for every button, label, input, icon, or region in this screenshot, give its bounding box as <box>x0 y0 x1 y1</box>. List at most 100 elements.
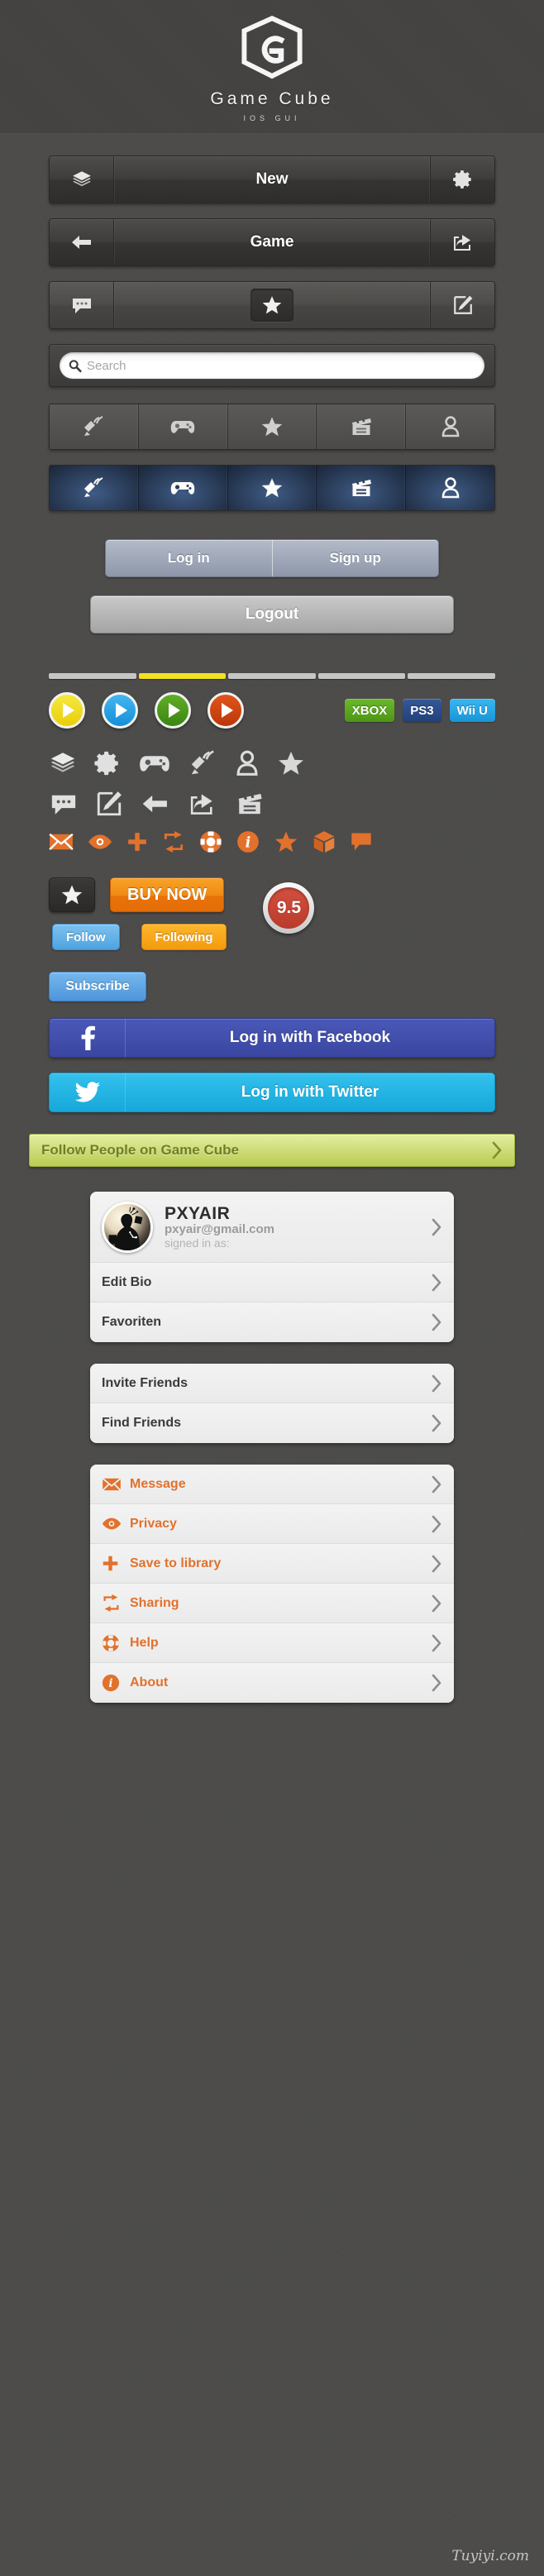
compose-icon <box>453 295 472 314</box>
favorite-button[interactable] <box>251 289 293 322</box>
subscribe-button[interactable]: Subscribe <box>49 972 146 1001</box>
play-triangle-icon <box>222 703 233 718</box>
speech-bubble-icon[interactable] <box>350 832 373 852</box>
share-button[interactable] <box>430 219 494 265</box>
tab-games-active[interactable] <box>138 466 228 510</box>
navbar-new: New <box>49 155 495 203</box>
list-item-save-to-library[interactable]: Save to library <box>90 1544 454 1584</box>
list-item-favoriten[interactable]: Favoriten <box>90 1302 454 1342</box>
facebook-login-button[interactable]: Log in with Facebook <box>49 1018 495 1058</box>
play-button-blue[interactable] <box>102 692 138 729</box>
signup-button[interactable]: Sign up <box>273 540 439 576</box>
star-icon[interactable] <box>274 829 298 854</box>
compose-icon[interactable] <box>95 790 123 818</box>
chevron-right-icon <box>432 1313 441 1331</box>
list-item-about[interactable]: i About <box>90 1663 454 1703</box>
rating-value: 9.5 <box>268 887 310 929</box>
list-item-label: Edit Bio <box>102 1274 152 1289</box>
list-item-label: About <box>130 1675 169 1689</box>
following-button[interactable]: Following <box>141 924 227 950</box>
badge-xbox[interactable]: XBOX <box>344 699 395 722</box>
retweet-icon[interactable] <box>162 831 185 853</box>
envelope-icon[interactable] <box>49 832 74 852</box>
tab-radar-active[interactable] <box>50 466 139 510</box>
box-icon[interactable] <box>313 830 336 853</box>
play-button-green[interactable] <box>155 692 191 729</box>
twitter-login-button[interactable]: Log in with Twitter <box>49 1073 495 1112</box>
clapperboard-icon <box>351 480 371 496</box>
arrow-left-icon[interactable] <box>140 791 171 817</box>
clapperboard-icon[interactable] <box>234 790 265 818</box>
layers-button[interactable] <box>50 156 114 203</box>
list-item-privacy[interactable]: Privacy <box>90 1504 454 1544</box>
star-icon <box>261 417 283 437</box>
info-icon-wrap: i <box>102 1674 130 1692</box>
gamepad-icon[interactable] <box>138 750 171 777</box>
list-item-message[interactable]: Message <box>90 1465 454 1504</box>
play-button-red[interactable] <box>208 692 244 729</box>
play-triangle-icon <box>116 703 127 718</box>
comment-icon[interactable] <box>49 791 79 817</box>
chevron-right-icon <box>432 1274 441 1291</box>
tab-videos-active[interactable] <box>317 466 407 510</box>
auth-segmented-control: Log in Sign up <box>105 539 439 577</box>
satellite-icon[interactable] <box>188 748 217 778</box>
info-icon[interactable]: i <box>236 830 260 853</box>
tab-games[interactable] <box>138 404 228 449</box>
star-icon <box>262 296 282 314</box>
site-watermark: Tuyiyi.com <box>451 2548 529 2564</box>
buy-now-button[interactable]: BUY NOW <box>110 877 225 912</box>
list-item-sharing[interactable]: Sharing <box>90 1584 454 1623</box>
list-item-edit-bio[interactable]: Edit Bio <box>90 1263 454 1302</box>
rating-badge: 9.5 <box>263 882 315 934</box>
list-item-label: Sharing <box>130 1595 179 1610</box>
progress-bar[interactable] <box>49 673 495 679</box>
login-button[interactable]: Log in <box>106 540 273 576</box>
layers-icon <box>72 171 91 187</box>
lifebuoy-icon[interactable] <box>199 830 222 853</box>
settings-card: Message Privacy Save to library Sharing … <box>90 1465 454 1703</box>
badge-ps3[interactable]: PS3 <box>403 699 441 722</box>
follow-button[interactable]: Follow <box>52 924 120 950</box>
chevron-right-icon <box>432 1634 441 1651</box>
list-item-find-friends[interactable]: Find Friends <box>90 1403 454 1443</box>
progress-segment <box>49 673 136 679</box>
tab-radar[interactable] <box>50 404 139 449</box>
follow-people-banner[interactable]: Follow People on Game Cube <box>29 1134 515 1167</box>
layers-icon[interactable] <box>49 749 77 777</box>
compose-button[interactable] <box>430 282 494 328</box>
tab-videos[interactable] <box>317 404 407 449</box>
satellite-icon <box>84 477 103 497</box>
svg-text:i: i <box>246 834 251 851</box>
list-item-help[interactable]: Help <box>90 1623 454 1663</box>
search-input[interactable]: Search <box>60 352 484 379</box>
star-icon[interactable] <box>277 749 305 777</box>
chevron-right-icon <box>432 1218 441 1235</box>
lifebuoy-icon-wrap <box>102 1634 130 1652</box>
icon-row-grey-2 <box>49 790 495 818</box>
favorite-toggle-button[interactable] <box>49 877 95 912</box>
eye-icon[interactable] <box>88 833 112 851</box>
badge-wiiu[interactable]: Wii U <box>449 699 495 722</box>
list-item-invite-friends[interactable]: Invite Friends <box>90 1364 454 1403</box>
info-icon: i <box>102 1674 120 1692</box>
chevron-right-icon <box>432 1515 441 1532</box>
share-icon[interactable] <box>188 791 217 817</box>
logout-button[interactable]: Logout <box>90 595 454 633</box>
gear-icon[interactable] <box>93 749 122 777</box>
hero-header: Game Cube IOS GUI <box>0 0 544 132</box>
comments-button[interactable] <box>50 282 114 328</box>
play-button-yellow[interactable] <box>49 692 85 729</box>
tab-profile[interactable] <box>406 404 494 449</box>
satellite-icon <box>84 416 103 436</box>
tab-favorites[interactable] <box>227 404 317 449</box>
search-placeholder: Search <box>87 358 126 373</box>
tab-favorites-active[interactable] <box>227 466 317 510</box>
user-icon[interactable] <box>234 749 260 777</box>
plus-icon[interactable] <box>126 831 148 853</box>
user-avatar-photo <box>104 1203 150 1250</box>
settings-button[interactable] <box>430 156 494 203</box>
tab-profile-active[interactable] <box>406 466 494 510</box>
back-button[interactable] <box>50 219 114 265</box>
profile-row[interactable]: PXYAIR pxyair@gmail.com signed in as: <box>90 1192 454 1263</box>
